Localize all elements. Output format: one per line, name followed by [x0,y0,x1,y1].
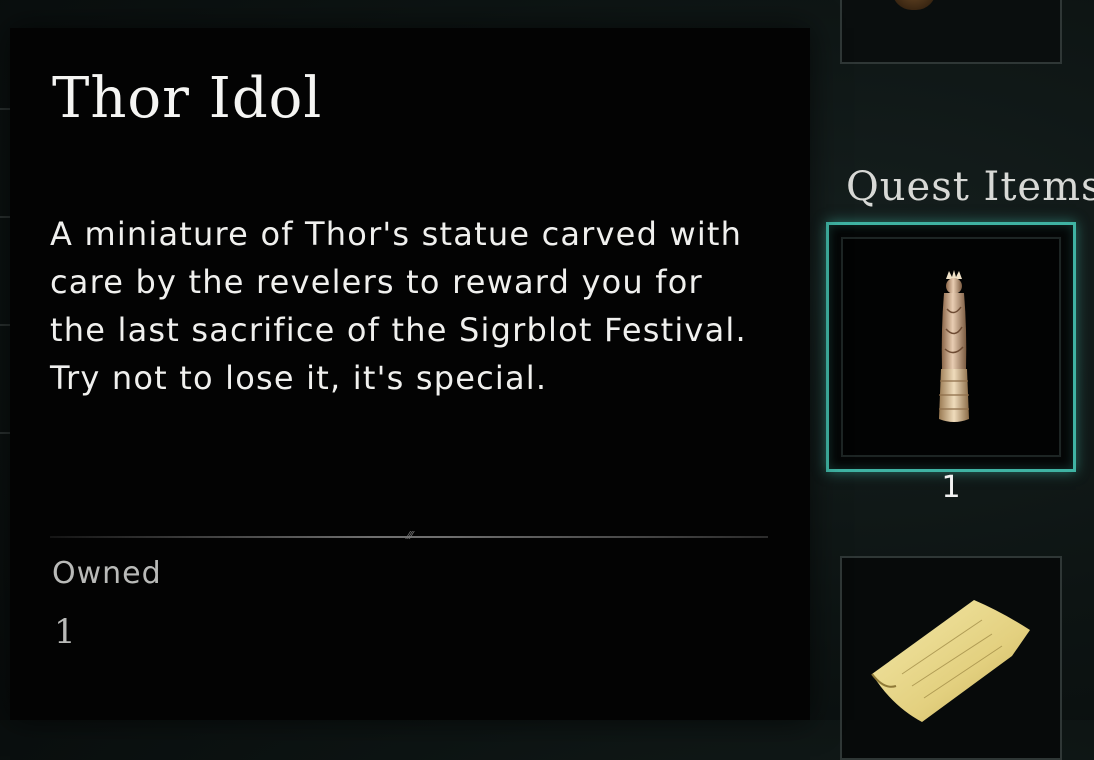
scroll-map-icon [871,600,1030,722]
grid-edge-line [0,216,10,218]
slot-frame [841,237,1061,457]
inventory-slot-previous[interactable] [840,0,1062,64]
grid-edge-line [0,108,10,110]
item-thumbnail-icon [892,0,936,10]
divider-ornament-icon: ⁄⁄⁄ [407,529,413,542]
thor-idol-icon [939,270,969,422]
grid-edge-line [0,432,10,434]
item-title: Thor Idol [52,66,323,131]
item-detail-panel: Thor Idol A miniature of Thor's statue c… [10,28,810,720]
grid-edge-line [0,324,10,326]
inventory-slot-selected[interactable] [826,222,1076,472]
section-title-quest-items: Quest Items [846,164,1094,210]
owned-label: Owned [52,556,162,591]
inventory-slot-next[interactable] [840,556,1062,760]
owned-value: 1 [54,612,76,652]
item-description: A miniature of Thor's statue carved with… [50,215,747,397]
slot-quantity: 1 [941,470,961,505]
